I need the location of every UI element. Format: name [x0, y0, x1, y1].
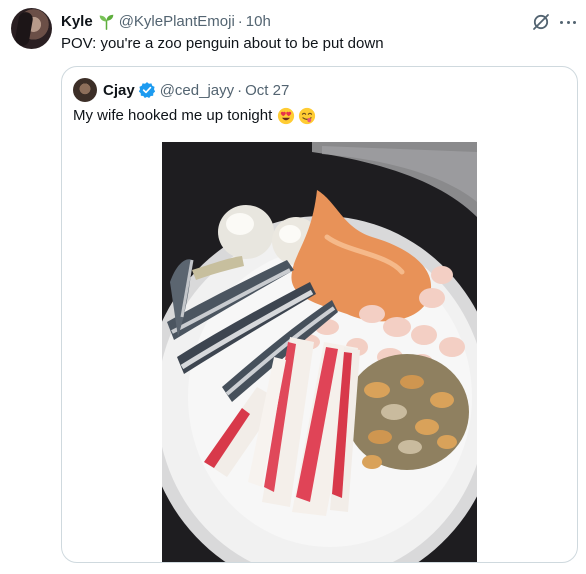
tweet[interactable]: Kyle @KylePlantEmoji · 10h POV: you're a… — [0, 0, 586, 574]
quoted-tweet-text-row: My wife hooked me up tonight — [73, 105, 316, 127]
tweet-timestamp[interactable]: 10h — [246, 13, 271, 30]
quoted-tweet-header: Cjay @ced_jayy · Oct 27 — [103, 80, 289, 100]
food-photo-image — [162, 142, 477, 562]
quoted-tweet-date[interactable]: Oct 27 — [245, 82, 289, 99]
quoted-author-avatar[interactable] — [73, 78, 97, 102]
author-handle[interactable]: @KylePlantEmoji — [119, 13, 235, 30]
author-name[interactable]: Kyle — [61, 13, 93, 30]
tweet-header: Kyle @KylePlantEmoji · 10h — [61, 11, 271, 31]
author-avatar[interactable] — [11, 8, 52, 49]
heart-eyes-emoji — [278, 107, 295, 125]
verified-badge-icon — [138, 82, 155, 99]
quoted-tweet-text: My wife hooked me up tonight — [73, 107, 273, 124]
separator-dot: · — [237, 81, 243, 99]
sprout-icon — [99, 14, 113, 30]
tweet-text: POV: you're a zoo penguin about to be pu… — [61, 35, 384, 52]
quoted-tweet[interactable]: Cjay @ced_jayy · Oct 27 My wife hooked m… — [61, 66, 578, 563]
quoted-author-handle[interactable]: @ced_jayy — [160, 82, 234, 99]
quoted-author-name[interactable]: Cjay — [103, 82, 135, 99]
more-icon[interactable] — [558, 12, 578, 32]
food-photo[interactable] — [162, 142, 477, 562]
yum-face-emoji — [299, 107, 316, 125]
separator-dot: · — [237, 12, 243, 30]
grok-icon[interactable] — [531, 12, 551, 32]
